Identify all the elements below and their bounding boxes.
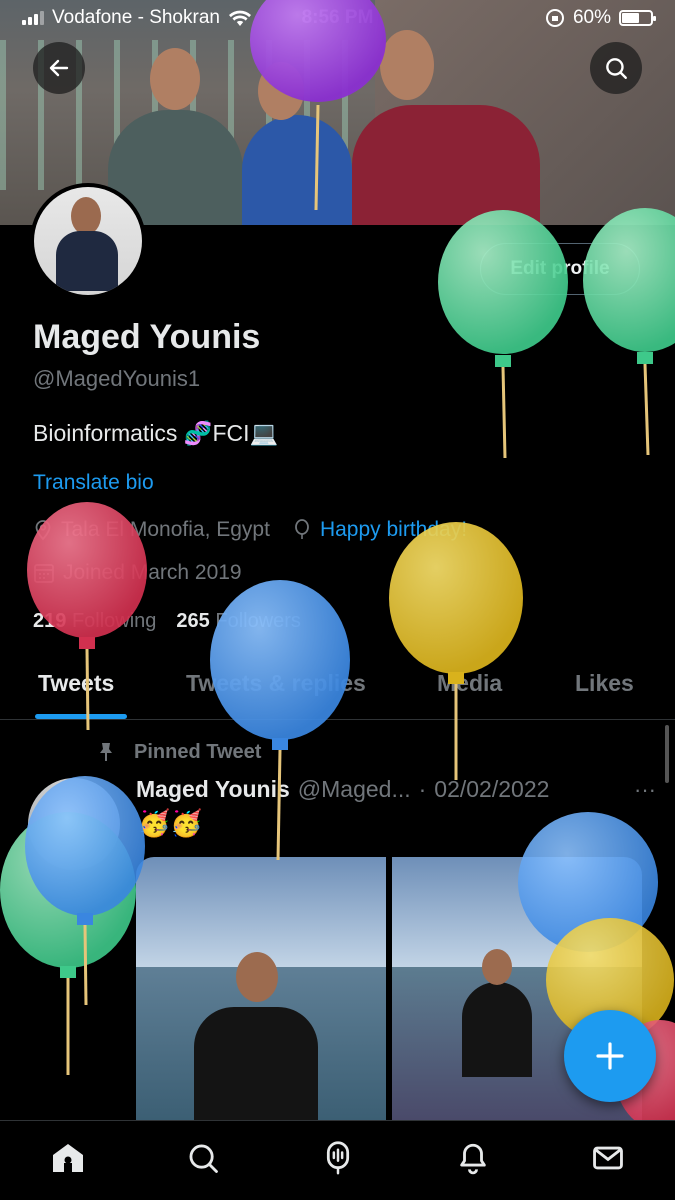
tweet-more-button[interactable]: ··· <box>634 777 656 803</box>
banner-head-right <box>380 30 434 100</box>
location-text: Tala El Monofia, Egypt <box>61 518 270 541</box>
notifications-icon <box>459 1143 486 1174</box>
following-label: Following <box>71 610 157 632</box>
calendar-icon <box>34 564 54 583</box>
battery-icon <box>619 10 656 26</box>
home-icon <box>52 1143 83 1172</box>
joined-text: Joined March 2019 <box>63 561 242 584</box>
wifi-icon <box>228 10 251 26</box>
bottom-navigation <box>0 1120 675 1200</box>
profile-tabs: Tweets Tweets & replies Media Likes <box>0 660 675 720</box>
signal-icon <box>22 11 44 25</box>
followers-link[interactable]: 265 Followers <box>176 610 301 633</box>
pinned-label: Pinned Tweet <box>134 740 262 763</box>
carrier-name: Vodafone - Shokran <box>52 7 220 28</box>
balloon-yellow-1 <box>389 522 523 780</box>
scrollbar[interactable] <box>665 725 669 783</box>
spaces-icon <box>326 1140 349 1174</box>
followers-label: Followers <box>215 610 301 632</box>
profile-name: Maged Younis <box>33 318 261 356</box>
pin-icon <box>100 743 112 761</box>
search-button[interactable] <box>590 42 642 94</box>
nav-spaces[interactable] <box>310 1130 366 1186</box>
translate-bio-link[interactable]: Translate bio <box>33 471 154 495</box>
tab-tweets[interactable]: Tweets <box>38 670 114 697</box>
follow-counts: 219 Following 265 Followers <box>33 610 301 633</box>
back-button[interactable] <box>33 42 85 94</box>
nav-search[interactable] <box>175 1130 231 1186</box>
profile-avatar[interactable] <box>30 183 146 299</box>
carrier: Vodafone - Shokran <box>22 7 252 29</box>
tweet-text: 🥳🥳 <box>138 808 203 838</box>
nav-messages[interactable] <box>580 1130 636 1186</box>
tweet-author-name[interactable]: Maged Younis <box>136 776 290 803</box>
tab-likes[interactable]: Likes <box>575 670 634 697</box>
tweet-photo-1[interactable] <box>136 857 386 1120</box>
nav-home[interactable] <box>40 1130 96 1186</box>
banner-head-left <box>150 48 200 110</box>
birthday-link[interactable]: Happy birthday! <box>320 518 467 542</box>
balloon-icon <box>295 519 309 539</box>
followers-count: 265 <box>176 610 210 632</box>
messages-icon <box>592 1146 623 1169</box>
tab-media[interactable]: Media <box>437 670 502 697</box>
orientation-lock-icon <box>545 9 564 27</box>
banner-person-right <box>352 105 540 225</box>
location-icon <box>35 520 51 541</box>
profile-meta-row: Tala El Monofia, Egypt Happy birthday! <box>33 518 467 542</box>
compose-tweet-button[interactable] <box>564 1010 656 1102</box>
profile-handle: @MagedYounis1 <box>33 366 201 391</box>
back-arrow-icon <box>49 59 69 77</box>
joined-row: Joined March 2019 <box>33 561 242 585</box>
tab-tweets-replies[interactable]: Tweets & replies <box>186 670 366 697</box>
tweet-author-avatar[interactable] <box>28 778 120 870</box>
search-icon <box>189 1144 218 1173</box>
edit-profile-button[interactable]: Edit profile <box>480 243 640 295</box>
tweet-author-handle: @Maged... <box>297 776 411 802</box>
banner-person-middle <box>242 115 352 225</box>
search-icon <box>606 58 627 79</box>
following-link[interactable]: 219 Following <box>33 610 156 633</box>
plus-icon <box>596 1042 624 1070</box>
nav-notifications[interactable] <box>445 1130 501 1186</box>
banner-head-middle <box>258 62 304 120</box>
active-tab-indicator <box>35 714 127 719</box>
tweet-separator: · <box>418 776 427 802</box>
following-count: 219 <box>33 610 67 632</box>
profile-bio: Bioinformatics 🧬FCI💻 <box>33 420 279 446</box>
battery-percent: 60% <box>572 7 611 28</box>
tweet-date: 02/02/2022 <box>434 776 550 802</box>
pinned-indicator: Pinned Tweet <box>94 740 261 764</box>
tweet-header: Maged Younis @Maged... · 02/02/2022 ··· <box>136 776 656 803</box>
status-bar: Vodafone - Shokran 8:56 PM 60% <box>0 0 675 36</box>
